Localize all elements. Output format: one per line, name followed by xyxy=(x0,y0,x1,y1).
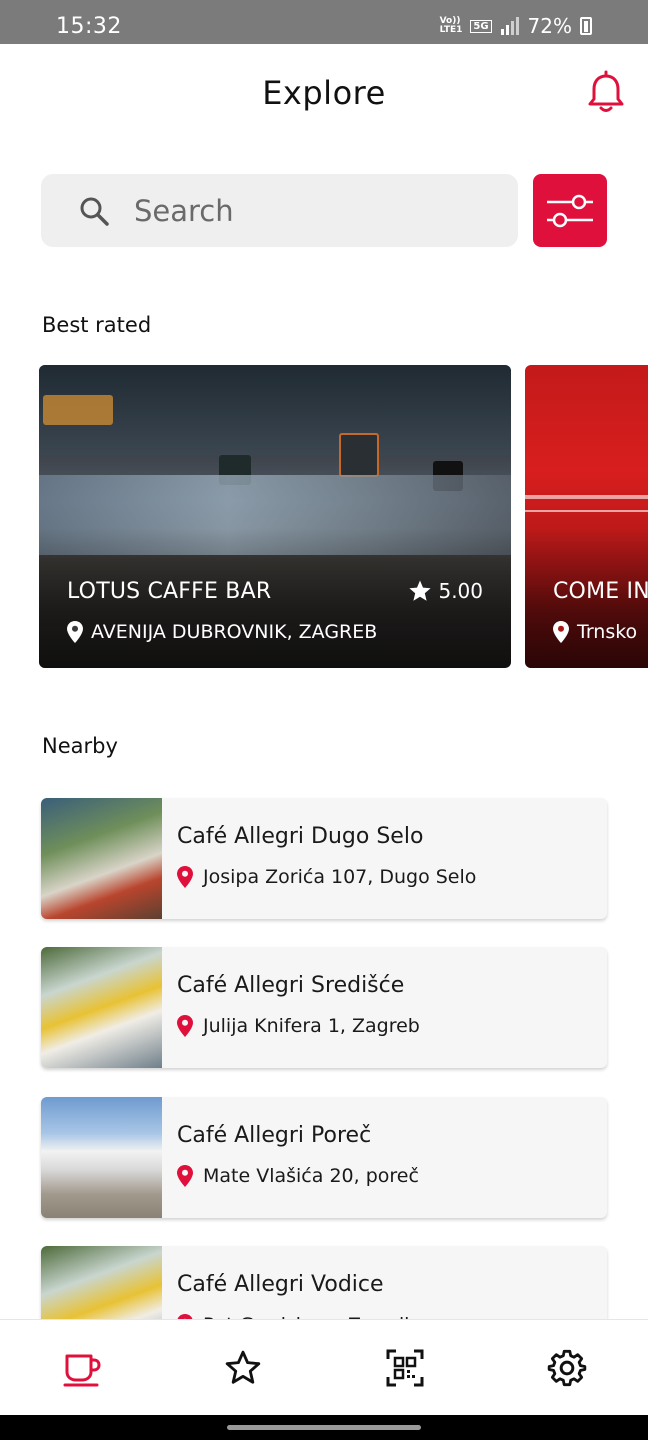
location-pin-icon xyxy=(177,866,193,888)
location-pin-icon xyxy=(177,1015,193,1037)
item-address: Mate Vlašića 20, poreč xyxy=(177,1165,419,1187)
item-address: Josipa Zorića 107, Dugo Selo xyxy=(177,866,476,888)
system-navigation-bar xyxy=(0,1415,648,1440)
filter-button[interactable] xyxy=(533,174,607,247)
app-header: Explore xyxy=(0,44,648,144)
qr-code-icon xyxy=(386,1349,424,1387)
star-icon xyxy=(409,580,432,601)
thumbnail xyxy=(41,947,162,1068)
item-name: Café Allegri Dugo Selo xyxy=(177,824,424,849)
card-address: AVENIJA DUBROVNIK, ZAGREB xyxy=(67,621,377,643)
nav-qr-scan[interactable] xyxy=(383,1346,427,1390)
bottom-navigation xyxy=(0,1319,648,1415)
location-pin-icon xyxy=(177,1165,193,1187)
item-address: Julija Knifera 1, Zagreb xyxy=(177,1015,420,1037)
network-type-badge: 5G xyxy=(470,19,492,33)
search-input[interactable] xyxy=(134,193,434,228)
sliders-icon xyxy=(547,194,593,227)
nav-cafes[interactable] xyxy=(60,1346,104,1390)
nearby-title: Nearby xyxy=(42,734,118,758)
location-pin-icon xyxy=(553,621,569,643)
page-title: Explore xyxy=(262,74,386,112)
nav-favorites[interactable] xyxy=(221,1346,265,1390)
status-time: 15:32 xyxy=(56,14,122,39)
bell-icon[interactable] xyxy=(586,70,626,114)
home-gesture-handle[interactable] xyxy=(227,1425,421,1430)
thumbnail xyxy=(41,1097,162,1218)
item-name: Café Allegri Središće xyxy=(177,973,405,998)
photo-light xyxy=(43,395,113,425)
card-address: Trnsko xyxy=(553,621,637,643)
list-item[interactable]: Café Allegri Dugo Selo Josipa Zorića 107… xyxy=(41,798,607,919)
card-rating: 5.00 xyxy=(408,579,483,603)
card-name: LOTUS CAFFE BAR xyxy=(67,579,272,604)
network-indicator: Vo)) LTE1 xyxy=(439,16,463,35)
star-icon xyxy=(225,1350,261,1384)
thumbnail xyxy=(41,798,162,919)
signal-icon xyxy=(500,17,519,35)
card-name: COME IN xyxy=(553,579,648,604)
list-item[interactable]: Café Allegri Poreč Mate Vlašića 20, pore… xyxy=(41,1097,607,1218)
item-name: Café Allegri Poreč xyxy=(177,1123,372,1148)
status-bar: 15:32 Vo)) LTE1 5G 72% xyxy=(0,0,648,44)
status-icons: Vo)) LTE1 5G 72% xyxy=(440,14,592,38)
best-rated-card[interactable]: COME IN Trnsko xyxy=(525,365,648,668)
coffee-cup-icon xyxy=(63,1354,101,1387)
nav-settings[interactable] xyxy=(545,1346,589,1390)
search-bar[interactable] xyxy=(41,174,518,247)
best-rated-title: Best rated xyxy=(42,313,152,337)
location-pin-icon xyxy=(67,621,83,643)
gear-icon xyxy=(547,1349,587,1387)
best-rated-carousel[interactable]: LOTUS CAFFE BAR 5.00 AVENIJA DUBROVNIK, … xyxy=(39,365,648,669)
battery-percent: 72% xyxy=(527,14,572,38)
item-name: Café Allegri Vodice xyxy=(177,1272,384,1297)
battery-icon xyxy=(580,17,592,35)
search-icon xyxy=(80,197,109,226)
best-rated-card[interactable]: LOTUS CAFFE BAR 5.00 AVENIJA DUBROVNIK, … xyxy=(39,365,511,668)
photo-lamp xyxy=(339,433,379,477)
list-item[interactable]: Café Allegri Središće Julija Knifera 1, … xyxy=(41,947,607,1068)
